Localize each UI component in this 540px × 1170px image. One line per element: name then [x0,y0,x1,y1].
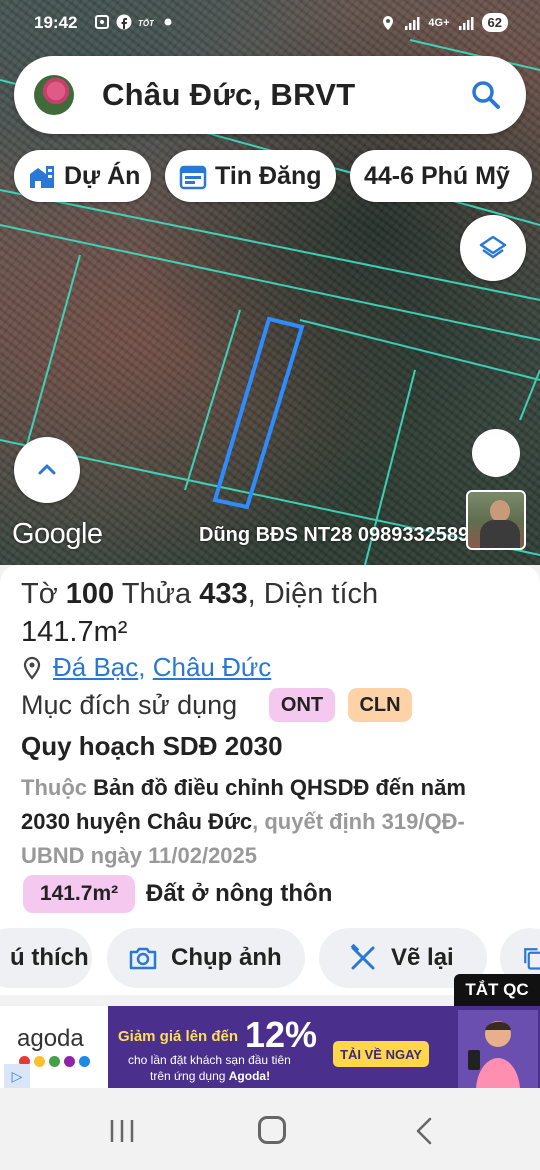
chip-du-an[interactable]: Dự Án [14,150,151,202]
chip-tin-dang-label: Tin Đăng [215,161,322,190]
recent-apps-icon[interactable] [108,1118,136,1144]
note-button-label: ú thích [10,944,89,971]
signal-icon [405,16,420,30]
ad-subtext-2-prefix: trên ứng dụng [150,1069,226,1083]
user-avatar[interactable] [34,75,74,115]
location-separator: , [138,652,146,682]
layers-button[interactable] [460,215,526,281]
capture-button[interactable]: Chụp ảnh [107,928,305,988]
purpose-label: Mục đích sử dụng [21,690,238,720]
label-thua: Thửa [121,578,192,610]
system-nav-bar [0,1088,540,1170]
status-system-icons: 4G+ 62 [380,13,508,32]
parcel-summary: Tờ 100 Thửa 433, Diện tích [21,578,378,611]
purpose-badge-cln[interactable]: CLN [348,688,412,722]
close-ads-button[interactable]: TẮT QC [454,974,540,1006]
ad-info-icon[interactable]: ▷ [4,1064,30,1088]
battery-level: 62 [481,13,508,32]
redraw-button-label: Vẽ lại [391,944,454,971]
purpose-badge-ont[interactable]: ONT [269,688,335,722]
home-icon[interactable] [258,1116,286,1144]
ad-person-image [458,1010,538,1088]
chip-place-label: 44-6 Phú Mỹ [364,161,510,190]
label-to: Tờ [21,578,58,610]
back-icon[interactable] [412,1116,436,1146]
signal-icon-2 [458,16,474,30]
ad-percent: 12% [245,1014,318,1055]
google-logo: Google [12,518,103,550]
redraw-icon [350,943,375,970]
svg-text:TỐT: TỐT [138,19,154,28]
district-link[interactable]: Châu Đức [153,652,272,683]
area-pill: 141.7m² [23,875,135,913]
calendar-icon [179,165,207,190]
thumbnail-body [480,520,520,548]
capture-button-label: Chụp ảnh [171,944,282,971]
plan-title: Quy hoạch SDĐ 2030 [21,731,283,761]
ad-brand-dot [34,1056,45,1067]
network-type-label: 4G+ [428,16,450,29]
ad-brand-dot [49,1056,60,1067]
parcel-location: Đá Bạc, Châu Đức [21,652,271,683]
location-pin-icon [23,656,41,680]
ad-banner[interactable]: agoda ▷ Giảm giá lên đến 12% cho lần đặt… [0,1006,540,1088]
ad-cta-button[interactable]: TẢI VỀ NGAY [333,1041,429,1067]
status-bar: 19:42 TỐT 4G+ 62 [0,0,540,46]
parcel-area: 141.7m² [21,616,128,648]
to-number: 100 [65,578,115,610]
search-bar[interactable]: Châu Đức, BRVT [14,56,526,134]
copy-icon [524,948,540,970]
ward-link[interactable]: Đá Bạc [53,652,138,683]
my-location-dot[interactable] [472,429,520,477]
status-time: 19:42 [34,13,78,32]
thua-number: 433 [199,578,248,610]
ad-subtext-2-brand: Agoda! [228,1069,271,1083]
ad-subtext-2: trên ứng dụng Agoda! [150,1069,270,1083]
screenshot-icon [95,15,109,29]
location-icon [383,15,394,30]
facebook-icon [116,14,132,30]
thumbnail-head [490,500,510,522]
agent-thumbnail[interactable] [466,490,526,550]
chip-tin-dang[interactable]: Tin Đăng [165,150,336,202]
notification-dot-icon [164,18,172,26]
search-location-text[interactable]: Châu Đức, BRVT [102,77,355,113]
ad-brand-dot [64,1056,75,1067]
layers-icon [479,235,507,259]
plan-prefix: Thuộc [21,775,87,800]
expand-up-button[interactable] [14,437,80,503]
ad-brand: agoda [17,1025,84,1052]
chip-place[interactable]: 44-6 Phú Mỹ [350,150,532,202]
note-button[interactable]: ú thích [0,928,92,988]
ad-subtext-1: cho lần đặt khách sạn đầu tiên [128,1053,291,1067]
chip-du-an-label: Dự Án [64,161,141,190]
area-type-label: Đất ở nông thôn [146,880,333,907]
camera-icon [129,947,157,970]
label-area: , Diện tích [247,578,379,610]
plan-description: Thuộc Bản đồ điều chỉnh QHSDĐ đến năm 20… [21,771,501,873]
search-icon[interactable] [470,79,502,111]
map-watermark: Dũng BĐS NT28 0989332589 [199,524,470,546]
news-app-icon: TỐT [138,19,154,28]
status-notifications: TỐT [94,14,176,30]
ad-brand-dot [79,1056,90,1067]
chevron-up-icon [38,464,56,475]
building-icon [30,166,54,188]
ad-headline: Giảm giá lên đến [118,1028,239,1045]
